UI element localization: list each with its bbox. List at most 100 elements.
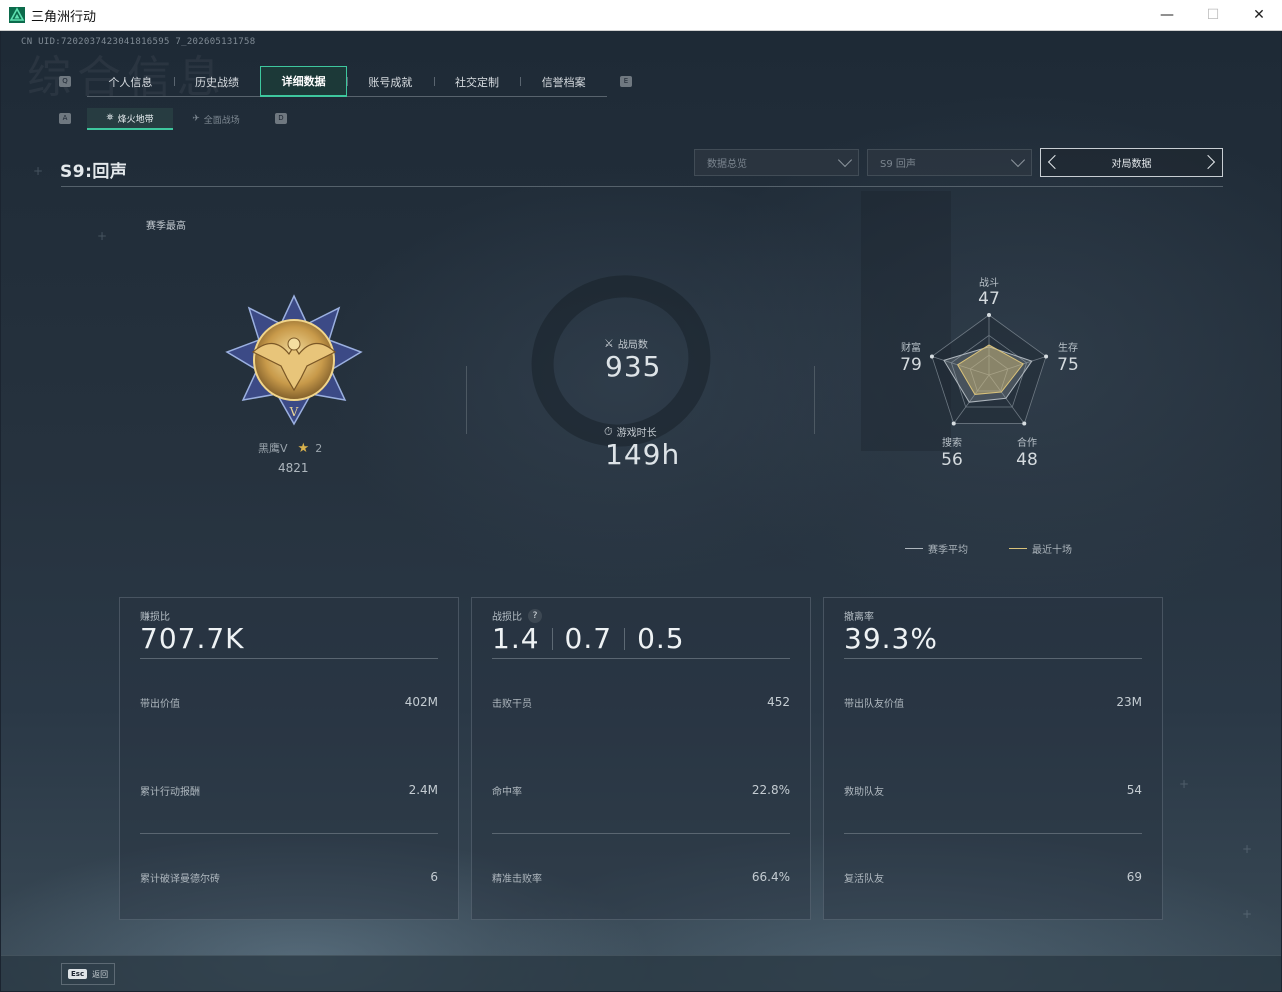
- radar-axis-dot: [929, 354, 934, 359]
- radar-chart: [929, 313, 1049, 426]
- chevron-left-icon[interactable]: [1047, 154, 1063, 170]
- dropdown-value: 数据总览: [707, 159, 747, 170]
- stat-row-value: 23M: [1116, 695, 1142, 709]
- card-header: 赚损比: [140, 612, 170, 623]
- tab-personal-info[interactable]: 个人信息: [87, 66, 174, 97]
- stat-row: 救助队友 54: [844, 783, 1142, 798]
- playtime-label: ⏱ 游戏时长: [604, 424, 657, 440]
- season-best-label: 赛季最高: [146, 221, 186, 232]
- tab-prev-key-hint[interactable]: Q: [59, 76, 71, 87]
- tab-operations-label: 烽火地带: [117, 114, 154, 125]
- radar-label-survival: 生存: [1058, 343, 1078, 354]
- stat-row-value: 54: [1126, 783, 1142, 797]
- stat-row-label: 击败干员: [492, 699, 532, 710]
- radar-value-wealth: 79: [900, 355, 922, 375]
- stat-row-value: 452: [767, 695, 790, 709]
- legend-season-average: 赛季平均: [905, 541, 968, 556]
- tab-reputation[interactable]: 信誉档案: [520, 66, 607, 97]
- rank-stars: 2: [315, 441, 323, 455]
- card-main-value: 39.3%: [844, 622, 938, 655]
- radar-label-wealth: 财富: [901, 343, 921, 354]
- stat-row-value: 66.4%: [751, 870, 790, 884]
- divider: [814, 366, 815, 434]
- divider: [140, 833, 438, 834]
- extraction-rate-card: 撤离率 39.3% 带出队友价值 23M 救助队友 54 复活队友 69: [823, 597, 1163, 920]
- stat-row-label: 精准击败率: [492, 874, 542, 885]
- rank-score: 4821: [278, 461, 309, 475]
- radar-value-survival: 75: [1057, 355, 1079, 375]
- radar-label-cooperation: 合作: [1017, 438, 1037, 449]
- subtab-next-key-hint[interactable]: D: [275, 113, 287, 124]
- stat-row-value: 2.4M: [408, 783, 438, 797]
- matches-label: ⚔ 战局数: [604, 336, 648, 351]
- tab-warfare-mode[interactable]: ✈ 全面战场: [173, 108, 259, 130]
- maximize-button[interactable]: ☐: [1190, 0, 1236, 30]
- divider: [492, 658, 790, 659]
- star-icon: ★: [297, 440, 310, 456]
- kd-value: 1.4: [492, 622, 540, 655]
- window-titlebar: 三角洲行动 — ☐ ✕: [0, 0, 1282, 31]
- help-icon[interactable]: ?: [528, 608, 542, 623]
- stat-row: 带出队友价值 23M: [844, 695, 1142, 710]
- divider: [492, 833, 790, 834]
- tab-warfare-label: 全面战场: [203, 115, 240, 126]
- stopwatch-icon: ⏱: [604, 424, 613, 438]
- legend-recent-ten: 最近十场: [1009, 541, 1072, 556]
- card-main-value: 707.7K: [140, 622, 245, 655]
- stat-row-label: 带出价值: [140, 699, 180, 710]
- stat-row-value: 22.8%: [751, 783, 790, 797]
- tab-detailed-data[interactable]: 详细数据: [260, 66, 348, 97]
- stat-row-label: 复活队友: [844, 874, 884, 885]
- divider: [844, 658, 1142, 659]
- svg-text:V: V: [289, 405, 299, 419]
- rank-name: 黑鹰V: [258, 442, 288, 455]
- stat-row: 命中率 22.8%: [492, 783, 790, 798]
- deco-cross-icon: +: [1242, 907, 1253, 921]
- subtab-prev-key-hint[interactable]: A: [59, 113, 71, 124]
- rank-info: 黑鹰V ★ 2: [258, 440, 322, 456]
- legend-label: 赛季平均: [928, 545, 968, 556]
- tab-achievements[interactable]: 账号成就: [347, 66, 434, 97]
- back-button[interactable]: Esc 返回: [61, 963, 115, 985]
- profit-loss-card: 赚损比 707.7K 带出价值 402M 累计行动报酬 2.4M 累计破译曼德尔…: [119, 597, 459, 920]
- tab-operations-mode[interactable]: ⛯ 烽火地带: [87, 108, 173, 130]
- radar-axis-dot: [1022, 421, 1027, 426]
- legend-line-icon: [905, 548, 923, 549]
- back-label: 返回: [92, 969, 109, 979]
- close-button[interactable]: ✕: [1236, 0, 1282, 30]
- chevron-down-icon: [1010, 152, 1026, 168]
- dropdown-value: S9 回声: [880, 159, 916, 170]
- stat-row-label: 救助队友: [844, 787, 884, 798]
- tab-social-custom[interactable]: 社交定制: [433, 66, 521, 97]
- stat-row-label: 命中率: [492, 787, 522, 798]
- app-logo-icon: [9, 7, 25, 23]
- radar-value-combat: 47: [978, 289, 1000, 309]
- legend-label: 最近十场: [1032, 545, 1072, 556]
- stat-row: 击败干员 452: [492, 695, 790, 710]
- stat-row: 复活队友 69: [844, 870, 1142, 885]
- stat-row-label: 累计行动报酬: [140, 787, 200, 798]
- stat-row: 累计行动报酬 2.4M: [140, 783, 438, 798]
- deco-cross-icon: +: [33, 164, 44, 178]
- chevron-down-icon: [837, 152, 853, 168]
- player-uid: CN UID:7202037423041816595 7_20260513175…: [21, 37, 256, 47]
- card-header-text: 战损比: [492, 612, 522, 623]
- tab-match-history[interactable]: 历史战绩: [173, 66, 261, 97]
- season-dropdown[interactable]: S9 回声: [867, 149, 1032, 176]
- divider: [466, 366, 467, 434]
- minimize-button[interactable]: —: [1144, 0, 1190, 30]
- radar-value-cooperation: 48: [1016, 450, 1038, 470]
- divider: [844, 833, 1142, 834]
- deco-cross-icon: +: [1179, 777, 1190, 791]
- window-title: 三角洲行动: [31, 9, 97, 25]
- radar-label-combat: 战斗: [979, 278, 999, 289]
- stat-row-value: 402M: [404, 695, 438, 709]
- chevron-right-icon[interactable]: [1200, 154, 1216, 170]
- data-overview-dropdown[interactable]: 数据总览: [694, 149, 859, 176]
- stat-row-value: 6: [430, 870, 438, 884]
- stat-row-label: 累计破译曼德尔砖: [140, 874, 220, 885]
- tab-next-key-hint[interactable]: E: [620, 76, 632, 87]
- deco-cross-icon: +: [97, 229, 108, 243]
- stat-row-value: 69: [1126, 870, 1142, 884]
- matches-value: 935: [605, 350, 662, 383]
